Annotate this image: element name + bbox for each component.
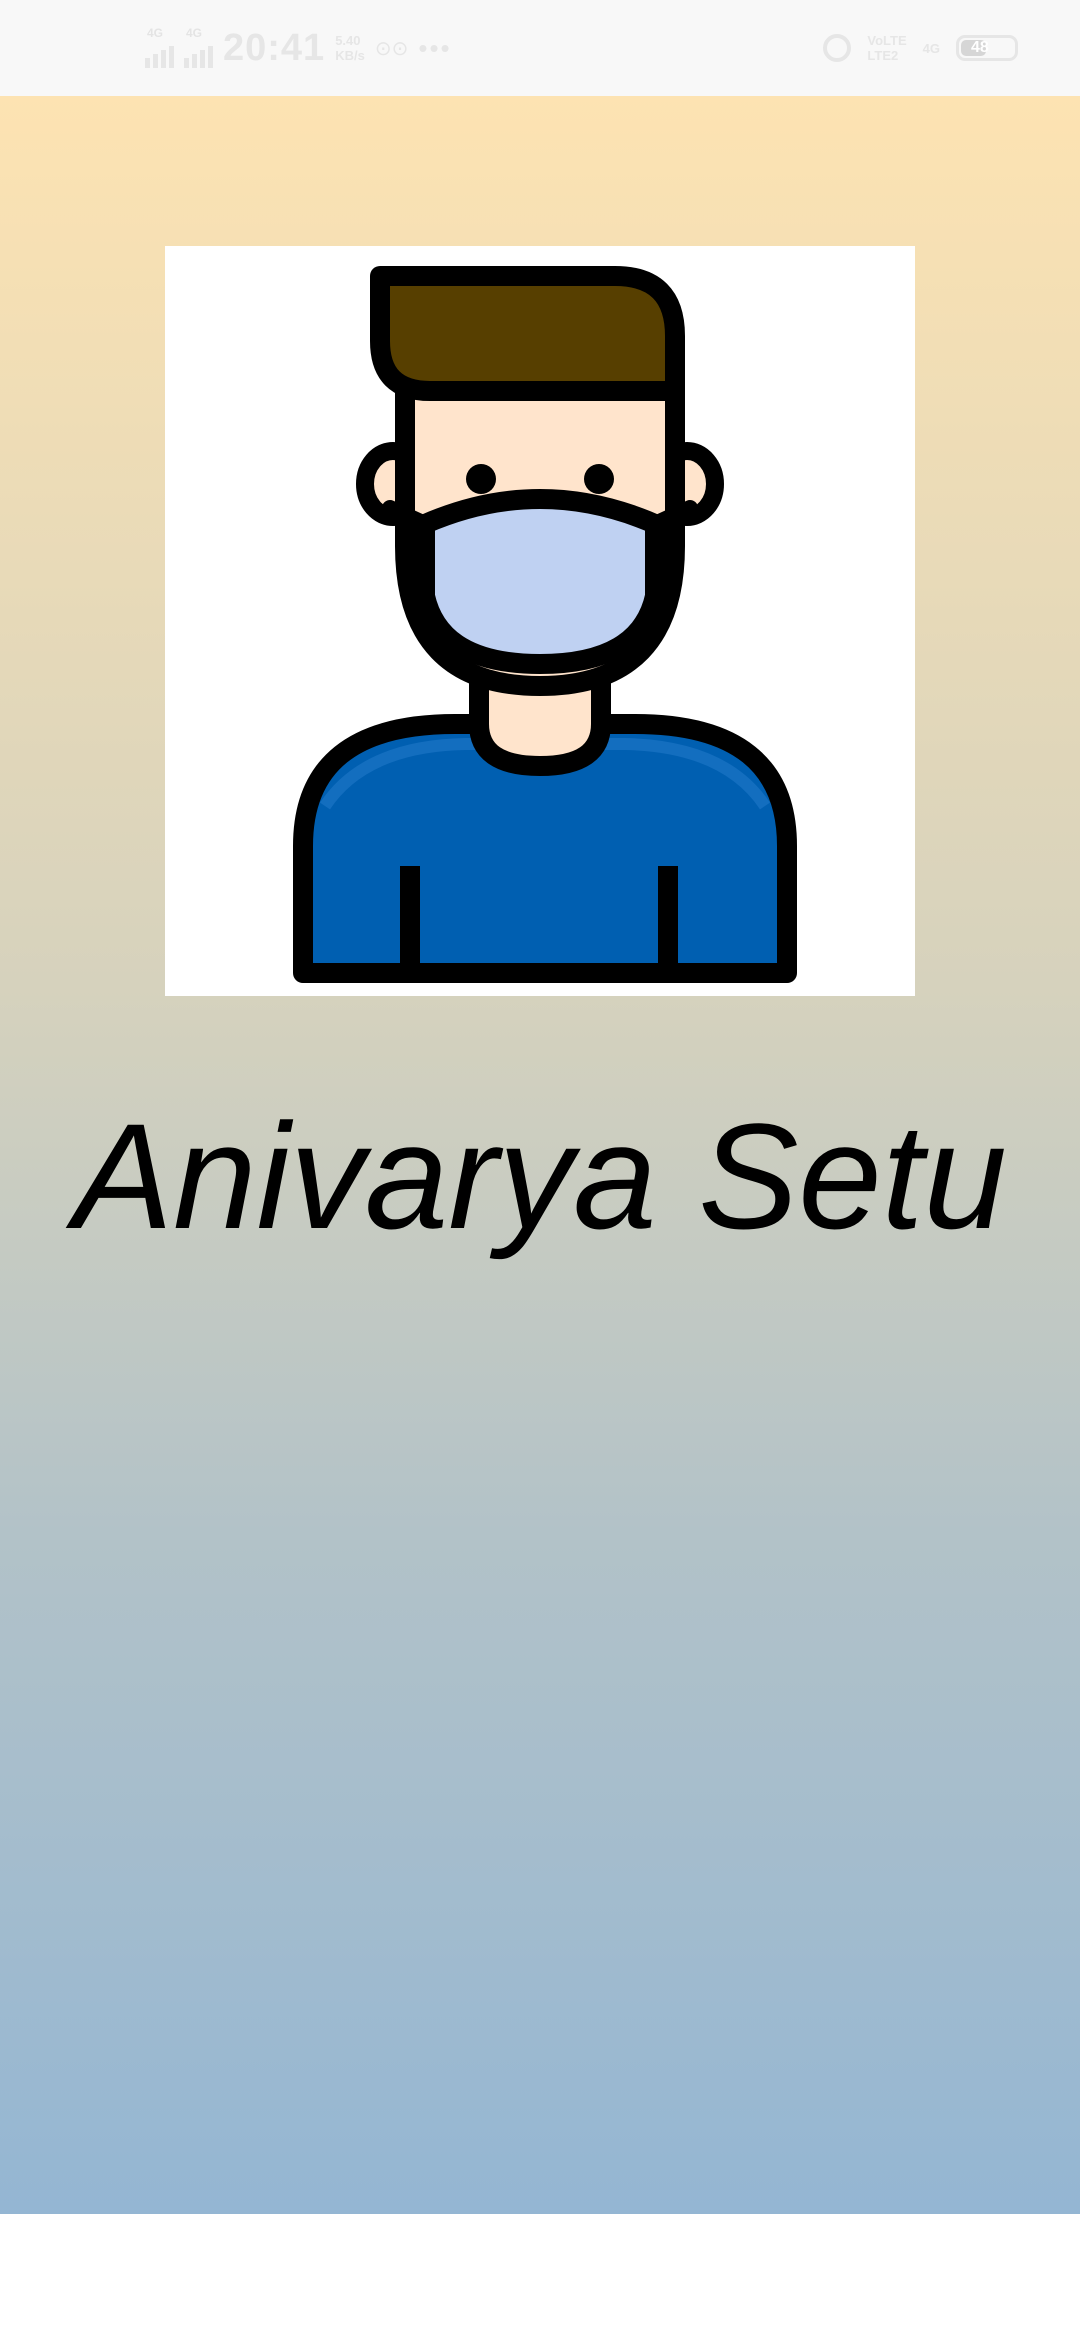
splash-screen: 4G 4G 20:41 5.40 KB/s ⊙⊙ ••• VoLTE LTE2 … — [0, 0, 1080, 2340]
volte-label: VoLTE — [867, 33, 907, 48]
signal-strength-icon: 4G — [145, 26, 174, 68]
network-speed: 5.40 KB/s — [335, 33, 365, 63]
status-bar: 4G 4G 20:41 5.40 KB/s ⊙⊙ ••• VoLTE LTE2 … — [0, 0, 1080, 96]
alarm-icon — [823, 34, 852, 62]
face-mask — [415, 489, 665, 674]
hair — [370, 266, 685, 401]
network-speed-value: 5.40 — [335, 33, 361, 48]
right-eye — [584, 464, 614, 494]
battery-level: 48 — [971, 39, 989, 56]
bottom-blank-area — [0, 2214, 1080, 2340]
volte-indicator: VoLTE LTE2 — [867, 33, 906, 63]
network-type-right: 4G — [922, 40, 940, 56]
link-icon: ⊙⊙ — [374, 37, 409, 60]
signal-strength-icon-2: 4G — [184, 26, 213, 68]
network-speed-unit: KB/s — [335, 48, 365, 63]
network-type-label: 4G — [147, 26, 164, 40]
masked-person-icon — [165, 246, 915, 996]
splash-content: Anivarya Setu — [0, 96, 1080, 2214]
clock: 20:41 — [223, 26, 326, 69]
more-notifications-icon: ••• — [418, 32, 452, 63]
app-title: Anivarya Setu — [73, 1092, 1007, 1260]
network-type-label-2: 4G — [186, 26, 203, 40]
left-eye — [466, 464, 496, 494]
status-bar-left: 4G 4G 20:41 5.40 KB/s ⊙⊙ ••• — [145, 0, 452, 96]
lte-label: LTE2 — [867, 48, 899, 63]
status-bar-right: VoLTE LTE2 4G 48 — [823, 0, 1018, 96]
battery-icon: 48 — [956, 35, 1018, 61]
masked-person-illustration — [293, 266, 797, 983]
